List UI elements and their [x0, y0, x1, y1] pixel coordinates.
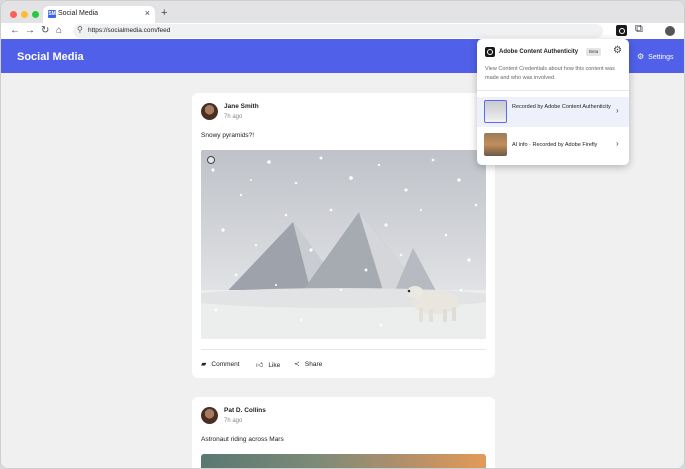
- share-button[interactable]: ≺ Share: [294, 360, 322, 368]
- back-icon[interactable]: ←: [10, 24, 20, 38]
- avatar[interactable]: [201, 103, 218, 120]
- post-author[interactable]: Jane Smith: [224, 103, 259, 110]
- adobe-content-authenticity-logo-icon: [485, 47, 495, 57]
- chevron-right-icon: ›: [616, 106, 619, 115]
- content-authenticity-popup: Adobe Content Authenticity Beta ⚙ View C…: [477, 39, 629, 165]
- gear-icon: ⚙: [637, 52, 645, 61]
- navigation-bar: ← → ↻ ⌂ ⚲ https://socialmedia.com/feed ⧉: [1, 23, 684, 39]
- minimize-window-button[interactable]: [21, 11, 28, 18]
- site-info-icon[interactable]: ⚲: [77, 25, 83, 34]
- home-icon[interactable]: ⌂: [56, 24, 62, 38]
- avatar[interactable]: [201, 407, 218, 424]
- post-card: Pat D. Collins 7h ago Astronaut riding a…: [192, 397, 495, 468]
- forward-icon[interactable]: →: [25, 24, 35, 38]
- tab-title: Social Media: [58, 10, 99, 17]
- url-text: https://socialmedia.com/feed: [88, 27, 171, 34]
- like-button[interactable]: 👍︎ Like: [256, 360, 280, 369]
- credential-label: AI info · Recorded by Adobe Firefly: [512, 142, 598, 148]
- tab-close-icon[interactable]: ×: [145, 8, 150, 18]
- site-favicon-icon: SM: [48, 10, 56, 18]
- tab-social-media[interactable]: SM Social Media ×: [43, 6, 155, 23]
- close-window-button[interactable]: [10, 11, 17, 18]
- site-title[interactable]: Social Media: [17, 51, 84, 63]
- like-label: Like: [268, 362, 281, 369]
- credential-thumbnail: [484, 133, 507, 156]
- tab-strip: SM Social Media × +: [1, 1, 684, 23]
- popup-title: Adobe Content Authenticity: [499, 49, 579, 55]
- comment-button[interactable]: ▰ Comment: [201, 360, 240, 368]
- post-author[interactable]: Pat D. Collins: [224, 407, 266, 414]
- credential-thumbnail: [484, 100, 507, 123]
- credential-item-recorded[interactable]: Recorded by Adobe Content Authenticity ›: [477, 97, 629, 127]
- chevron-right-icon: ›: [616, 139, 619, 148]
- reload-icon[interactable]: ↻: [41, 24, 49, 38]
- post-time: 7h ago: [224, 114, 243, 120]
- post-card: Jane Smith 7h ago Snowy pyramids?! ▰ Com…: [192, 93, 495, 378]
- comment-label: Comment: [211, 361, 240, 368]
- profile-avatar-icon[interactable]: [665, 26, 675, 36]
- content-credentials-pin-icon[interactable]: [207, 156, 215, 164]
- popup-description: View Content Credentials about how this …: [485, 66, 615, 81]
- content-authenticity-extension-icon[interactable]: [616, 25, 627, 36]
- post-caption: Astronaut riding across Mars: [201, 436, 284, 443]
- address-bar[interactable]: ⚲ https://socialmedia.com/feed: [73, 24, 603, 38]
- maximize-window-button[interactable]: [32, 11, 39, 18]
- post-time: 7h ago: [224, 418, 243, 424]
- share-label: Share: [304, 361, 323, 368]
- divider: [477, 90, 629, 91]
- post-image[interactable]: [201, 454, 486, 468]
- thumbs-up-icon: 👍︎: [256, 362, 264, 369]
- settings-link[interactable]: ⚙ Settings: [637, 52, 673, 61]
- post-image[interactable]: [201, 150, 486, 339]
- popup-settings-gear-icon[interactable]: ⚙: [613, 45, 622, 56]
- share-icon: ≺: [294, 361, 300, 368]
- credential-item-ai-info[interactable]: AI info · Recorded by Adobe Firefly ›: [477, 130, 629, 160]
- snowy-pyramids-image: [201, 150, 486, 339]
- credential-label: Recorded by Adobe Content Authenticity: [512, 104, 611, 110]
- settings-label: Settings: [648, 54, 674, 61]
- divider: [201, 349, 486, 350]
- post-caption: Snowy pyramids?!: [201, 132, 255, 139]
- comment-icon: ▰: [201, 361, 207, 368]
- new-tab-button[interactable]: +: [161, 7, 167, 19]
- browser-window: SM Social Media × + ← → ↻ ⌂ ⚲ https://so…: [0, 0, 685, 469]
- extensions-icon[interactable]: ⧉: [635, 23, 643, 36]
- beta-badge: Beta: [586, 48, 602, 56]
